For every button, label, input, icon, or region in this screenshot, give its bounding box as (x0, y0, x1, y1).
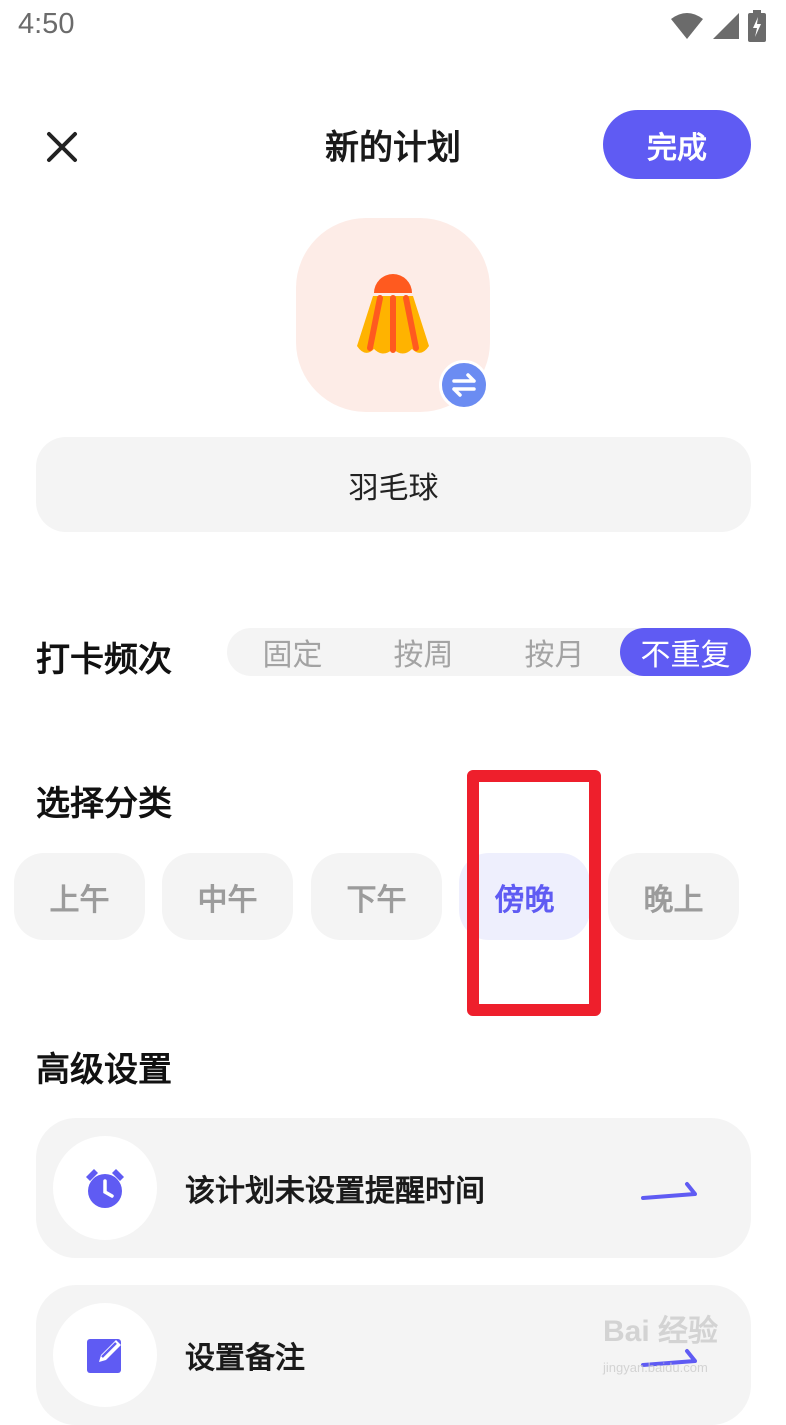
swap-arrows-icon (452, 373, 476, 397)
wifi-icon (671, 13, 703, 39)
reminder-setting-card[interactable]: 该计划未设置提醒时间 (36, 1118, 751, 1258)
frequency-segmented-control: 固定 按周 按月 不重复 (227, 628, 751, 676)
frequency-option-weekly[interactable]: 按周 (358, 628, 489, 676)
watermark-url: jingyan.baidu.com (603, 1360, 708, 1375)
plan-name-field[interactable]: 羽毛球 (36, 437, 751, 532)
arrow-right-icon (641, 1182, 697, 1200)
category-chip-morning[interactable]: 上午 (14, 853, 145, 940)
watermark-logo: Bai 经验 (603, 1315, 719, 1348)
category-chip-noon[interactable]: 中午 (162, 853, 293, 940)
cellular-signal-icon (713, 13, 739, 39)
alarm-clock-icon (86, 1169, 124, 1208)
frequency-option-fixed[interactable]: 固定 (227, 628, 358, 676)
note-label: 设置备注 (185, 1341, 305, 1376)
category-title: 选择分类 (36, 784, 172, 824)
frequency-title: 打卡频次 (36, 640, 172, 680)
status-time: 4:50 (18, 8, 75, 40)
category-chip-evening[interactable]: 晚上 (608, 853, 739, 940)
plan-name-value: 羽毛球 (348, 470, 439, 506)
edit-note-icon (87, 1339, 121, 1373)
reminder-label: 该计划未设置提醒时间 (185, 1174, 485, 1209)
done-button[interactable]: 完成 (603, 110, 751, 179)
note-icon-circle (53, 1303, 157, 1407)
status-icons (670, 10, 766, 42)
category-chip-dusk[interactable]: 傍晚 (459, 853, 590, 940)
frequency-option-no-repeat[interactable]: 不重复 (620, 628, 751, 676)
category-chip-afternoon[interactable]: 下午 (311, 853, 442, 940)
swap-icon-button[interactable] (439, 360, 489, 410)
advanced-title: 高级设置 (36, 1050, 172, 1090)
frequency-option-monthly[interactable]: 按月 (489, 628, 620, 676)
battery-charging-icon (748, 10, 766, 42)
reminder-icon-circle (53, 1136, 157, 1240)
